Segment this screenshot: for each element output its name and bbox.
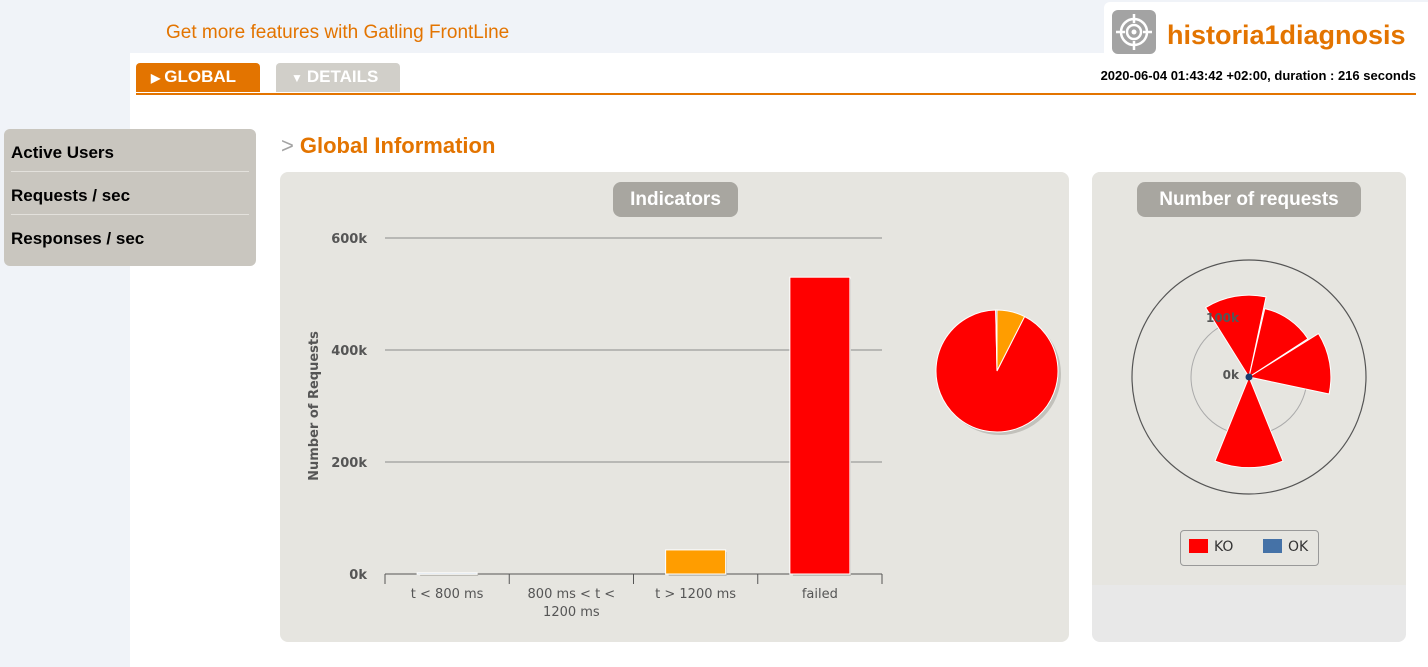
legend-label-ok: OK xyxy=(1288,539,1309,555)
sidebar-item-requests-per-sec[interactable]: Requests / sec xyxy=(11,172,249,215)
simulation-name: historia1diagnosis xyxy=(1167,20,1406,50)
legend-item-ok[interactable]: OK xyxy=(1263,539,1308,555)
run-info: 2020-06-04 01:43:42 +02:00, duration : 2… xyxy=(1100,68,1416,83)
bar xyxy=(789,276,851,575)
tab-details-label: DETAILS xyxy=(306,67,379,86)
frontline-link[interactable]: Get more features with Gatling FrontLine xyxy=(166,22,509,44)
polar-center-dot xyxy=(1245,373,1253,381)
r-tick-label: 100k xyxy=(1206,311,1240,325)
bar xyxy=(416,572,478,575)
caret-right-icon: ▶ xyxy=(151,71,161,85)
tab-details[interactable]: ▼ DETAILS xyxy=(276,63,400,92)
y-tick-label: 400k xyxy=(331,344,367,359)
y-tick-label: 600k xyxy=(331,232,367,247)
requests-polar-chart: 0k 100k xyxy=(1131,259,1367,495)
sidebar: Active Users Requests / sec Responses / … xyxy=(4,129,256,266)
legend-item-ko[interactable]: KO xyxy=(1189,539,1233,555)
caret-down-icon: ▼ xyxy=(291,71,303,85)
target-icon xyxy=(1112,10,1156,54)
logo-box: historia1diagnosis xyxy=(1104,2,1428,62)
x-tick-label: t > 1200 ms xyxy=(655,587,736,602)
section-title-text: Global Information xyxy=(299,133,496,158)
indicators-panel: Indicators 0k 200k 400k 600k t < 800 ms 800 m… xyxy=(280,172,1069,642)
legend-label-ko: KO xyxy=(1214,539,1234,555)
x-tick-label: t < 800 ms xyxy=(411,587,484,602)
r-tick-label: 0k xyxy=(1223,368,1240,382)
y-axis-label: Number of Requests xyxy=(307,331,322,481)
tab-global-label: GLOBAL xyxy=(164,67,237,86)
x-tick-label: 1200 ms xyxy=(543,605,600,620)
tab-rule xyxy=(136,93,1416,95)
legend-swatch-ko xyxy=(1189,539,1208,553)
legend-swatch-ok xyxy=(1263,539,1282,553)
requests-legend: KO OK xyxy=(1180,530,1319,566)
sidebar-item-responses-per-sec[interactable]: Responses / sec xyxy=(11,215,249,258)
sidebar-item-active-users[interactable]: Active Users xyxy=(11,129,249,172)
y-tick-label: 0k xyxy=(349,568,367,583)
y-tick-label: 200k xyxy=(331,456,367,471)
section-title: > Global Information xyxy=(281,133,495,159)
tab-global[interactable]: ▶ GLOBAL xyxy=(136,63,260,92)
requests-panel: Number of requests 0k 100k KO OK xyxy=(1092,172,1406,642)
indicators-bar-chart: 0k 200k 400k 600k t < 800 ms 800 ms < t < 1200… xyxy=(307,232,1061,620)
bar-shadow xyxy=(420,574,479,576)
polar-bar-ko xyxy=(1214,375,1284,469)
bar xyxy=(665,549,727,575)
x-tick-label: failed xyxy=(802,587,838,602)
section-arrow: > xyxy=(281,133,294,158)
x-tick-label: 800 ms < t < xyxy=(528,587,616,602)
